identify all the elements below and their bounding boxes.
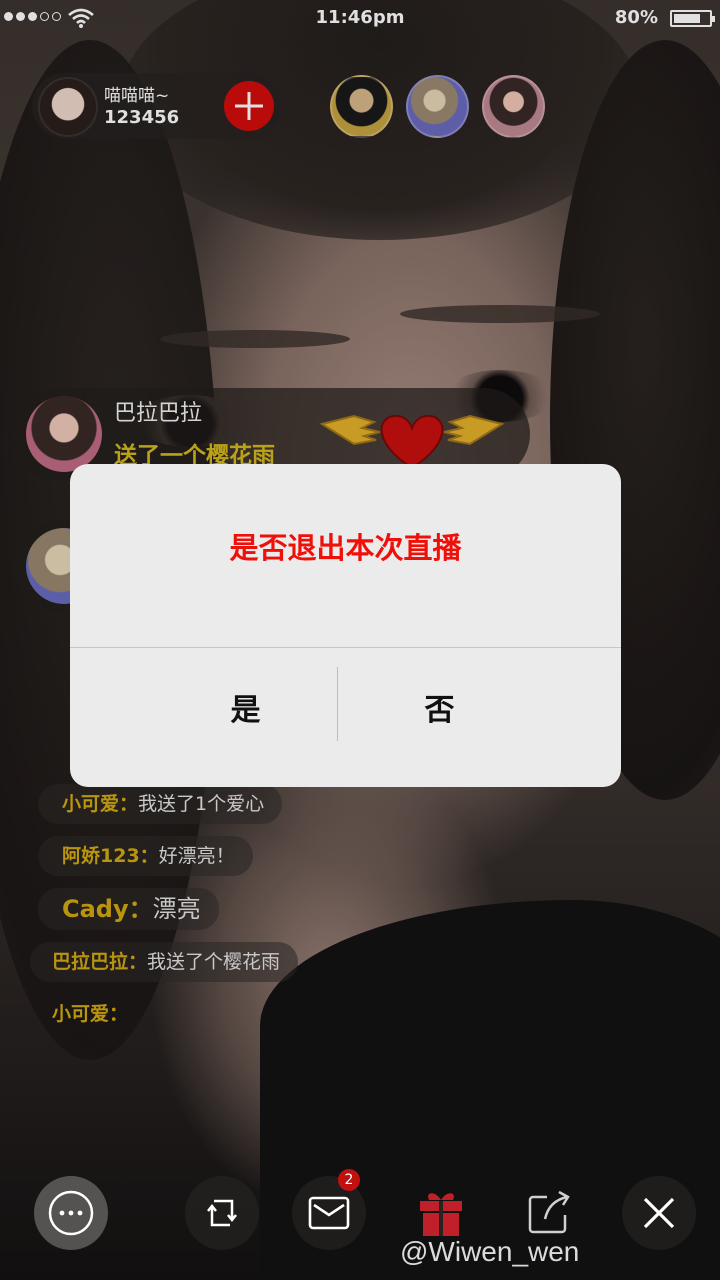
chat-button[interactable]	[34, 1176, 108, 1250]
exit-live-dialog: 是否退出本次直播 是 否	[70, 464, 621, 787]
cancel-button[interactable]: 否	[298, 648, 581, 787]
close-icon	[643, 1197, 675, 1229]
watermark: @Wiwen_wen	[400, 1236, 580, 1267]
rotate-camera-icon	[207, 1199, 237, 1227]
share-icon	[528, 1190, 570, 1234]
dialog-message: 是否退出本次直播	[229, 531, 462, 565]
mail-icon	[308, 1196, 350, 1230]
rotate-camera-button[interactable]	[185, 1176, 259, 1250]
gift-icon	[420, 1193, 462, 1236]
chat-bubble-icon	[48, 1190, 94, 1236]
unread-badge: 2	[338, 1169, 360, 1191]
close-button[interactable]	[622, 1176, 696, 1250]
